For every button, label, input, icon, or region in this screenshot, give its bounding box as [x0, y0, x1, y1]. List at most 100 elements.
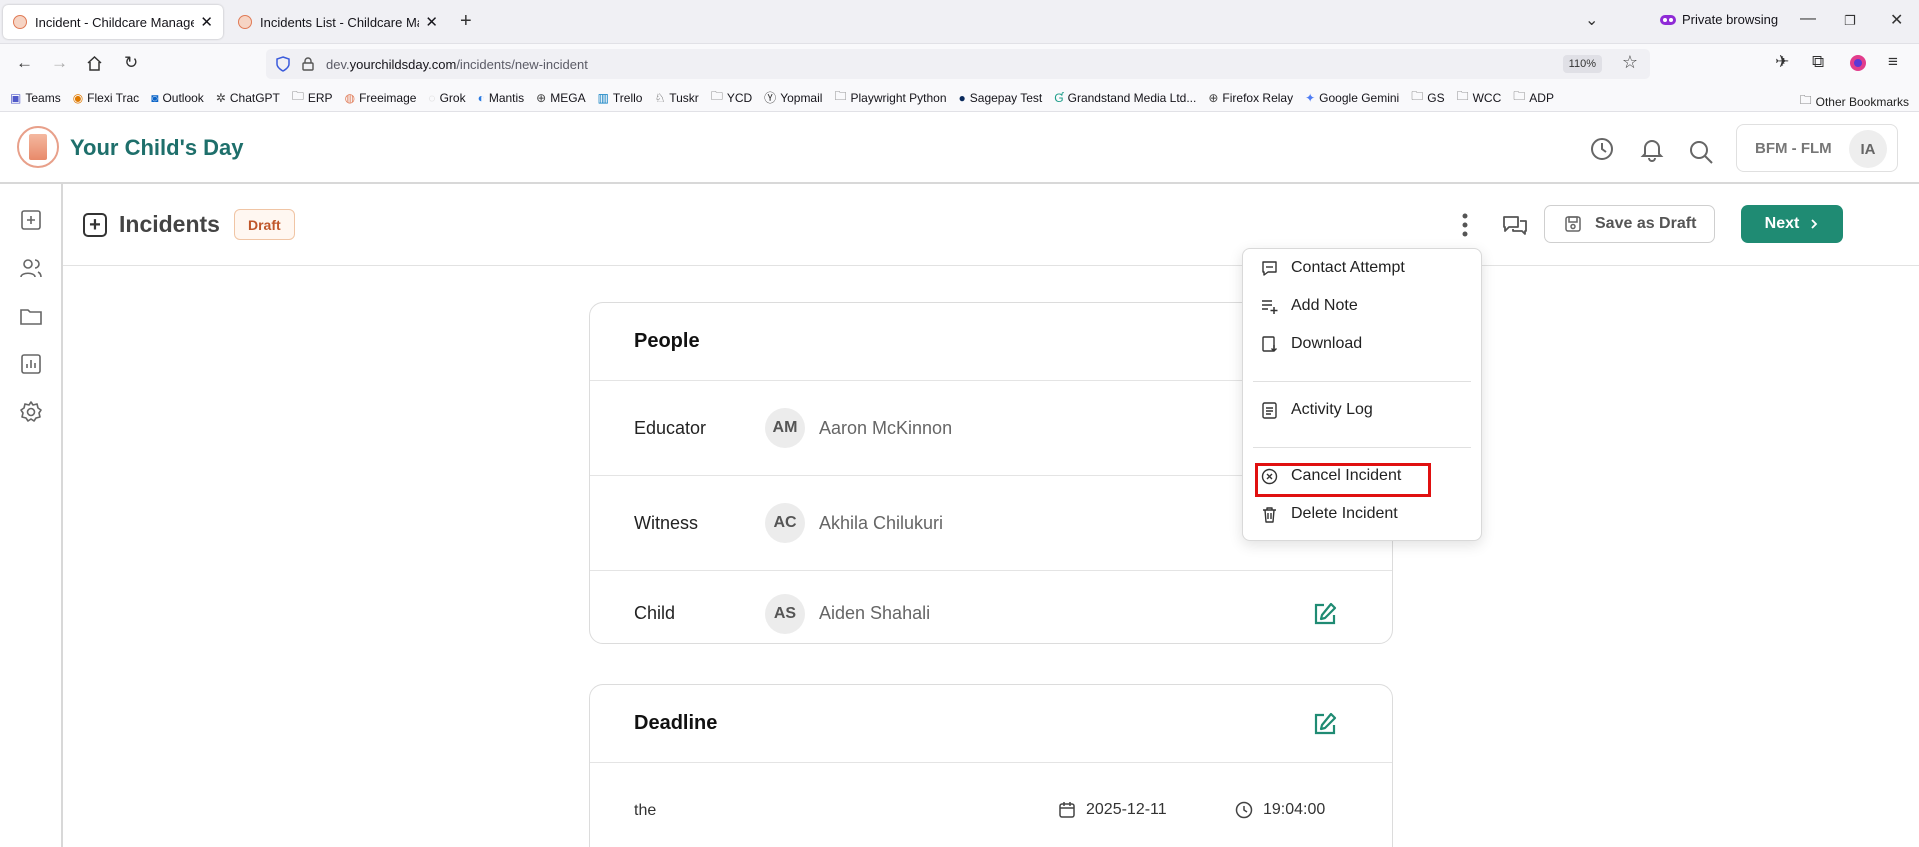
add-incident-icon[interactable]: +: [83, 213, 107, 237]
search-icon[interactable]: [1688, 139, 1714, 165]
bookmark-item[interactable]: ◍ Freeimage: [345, 91, 417, 105]
bookmark-item[interactable]: ✲ ChatGPT: [216, 91, 280, 105]
extensions-puzzle-icon[interactable]: ⧉: [1812, 52, 1824, 72]
bookmark-item[interactable]: 🗀 YCD: [711, 87, 752, 108]
bookmark-item[interactable]: ▥ Trello: [598, 91, 643, 105]
comments-icon[interactable]: [1501, 213, 1529, 237]
url-bar[interactable]: dev.yourchildsday.com/incidents/new-inci…: [266, 49, 1650, 79]
reports-chart-icon[interactable]: [19, 352, 43, 376]
settings-gear-icon[interactable]: [19, 400, 43, 424]
avatar[interactable]: IA: [1849, 130, 1887, 168]
bookmark-star-icon[interactable]: ☆: [1622, 52, 1638, 73]
users-icon[interactable]: [19, 256, 43, 280]
chevron-right-icon: [1811, 219, 1818, 229]
edit-icon[interactable]: [1312, 601, 1338, 627]
menu-item-contact-attempt[interactable]: Contact Attempt: [1243, 251, 1481, 285]
close-tab-icon[interactable]: ✕: [425, 13, 438, 31]
teams-icon: ▣: [10, 90, 22, 105]
url-text[interactable]: dev.yourchildsday.com/incidents/new-inci…: [326, 57, 588, 72]
log-icon: [1262, 402, 1277, 419]
zoom-level[interactable]: 110%: [1562, 55, 1602, 73]
tracking-shield-icon[interactable]: [276, 56, 290, 72]
menu-item-download[interactable]: Download: [1243, 327, 1481, 361]
app-header: Your Child's Day BFM - FLM IA: [0, 112, 1919, 184]
lock-icon[interactable]: [302, 57, 314, 71]
other-bookmarks[interactable]: 🗀 Other Bookmarks: [1800, 91, 1909, 112]
menu-item-activity-log[interactable]: Activity Log: [1243, 393, 1481, 427]
folder-icon[interactable]: [19, 304, 43, 328]
folder-icon: 🗀: [291, 89, 304, 103]
bookmark-item[interactable]: 🗀 Playwright Python: [834, 87, 946, 108]
brand-name[interactable]: Your Child's Day: [70, 135, 244, 161]
menu-item-add-note[interactable]: Add Note: [1243, 289, 1481, 323]
minimize-icon[interactable]: —: [1800, 10, 1816, 28]
yopmail-icon: Ⓨ: [764, 91, 777, 105]
menu-item-delete-incident[interactable]: Delete Incident: [1243, 497, 1481, 531]
bookmark-item[interactable]: 🗀 ERP: [292, 87, 333, 108]
edit-icon[interactable]: [1312, 711, 1338, 737]
deadline-date: 2025-12-11: [1058, 801, 1167, 819]
firefox-account-icon[interactable]: [1849, 54, 1867, 72]
deadline-time: 19:04:00: [1235, 801, 1325, 819]
trello-icon: ▥: [597, 90, 609, 105]
bookmark-item[interactable]: 🗀 ADP: [1513, 87, 1554, 108]
add-list-icon: [1262, 300, 1278, 314]
bookmark-item[interactable]: Ⓨ Yopmail: [764, 89, 822, 106]
org-user-switcher[interactable]: BFM - FLM IA: [1736, 124, 1898, 172]
save-icon: [1565, 216, 1581, 232]
chatgpt-icon: ✲: [215, 90, 226, 105]
folder-icon: 🗀: [834, 89, 847, 103]
clock-icon: [1235, 801, 1253, 819]
calendar-icon: [1059, 802, 1075, 818]
menu-hamburger-icon[interactable]: ≡: [1888, 52, 1898, 72]
bookmark-item[interactable]: ⊕ Firefox Relay: [1208, 91, 1293, 105]
bookmark-item[interactable]: ◙ Outlook: [151, 91, 204, 105]
trash-icon: [1263, 507, 1276, 523]
bookmark-item[interactable]: ◌ Grok: [428, 91, 465, 105]
folder-icon: 🗀: [1456, 89, 1469, 103]
next-button[interactable]: Next: [1741, 205, 1843, 243]
bookmark-item[interactable]: Ɠ Grandstand Media Ltd...: [1054, 91, 1196, 105]
avatar: AS: [765, 593, 805, 634]
bookmark-item[interactable]: 🗀 WCC: [1457, 87, 1502, 108]
bookmark-item[interactable]: ◐ Mantis: [478, 91, 525, 105]
people-row-child: Child AS Aiden Shahali: [590, 571, 1392, 643]
app-logo[interactable]: [17, 126, 59, 168]
freeimage-icon: ◍: [344, 90, 356, 105]
bookmark-item[interactable]: ✦ Google Gemini: [1305, 91, 1399, 105]
bookmark-item[interactable]: ● Sagepay Test: [959, 91, 1043, 105]
forward-arrow-icon[interactable]: →: [51, 53, 68, 73]
deadline-row: the 2025-12-11 19:04:00: [634, 801, 1326, 819]
window-close-icon[interactable]: ✕: [1890, 10, 1903, 30]
add-square-icon[interactable]: [19, 208, 43, 232]
back-arrow-icon[interactable]: ←: [16, 53, 33, 73]
favicon-icon: [13, 15, 27, 29]
flexitrac-icon: ◉: [72, 90, 84, 105]
browser-tab-incidents-list[interactable]: Incidents List - Childcare Management ✕: [228, 5, 448, 39]
extension-icon[interactable]: ✈: [1775, 52, 1789, 72]
outlook-icon: ◙: [151, 90, 159, 105]
home-icon[interactable]: [86, 55, 103, 72]
notifications-bell-icon[interactable]: [1639, 136, 1665, 162]
bookmark-item[interactable]: 🗀 GS: [1411, 87, 1444, 108]
reload-icon[interactable]: ↻: [124, 53, 138, 73]
bookmark-item[interactable]: ⊕ MEGA: [536, 91, 585, 105]
restore-icon[interactable]: ❐: [1844, 13, 1856, 29]
deadline-card: Deadline the 2025-12-11 19:04:00: [589, 684, 1393, 847]
bookmark-item[interactable]: ▣ Teams: [10, 91, 61, 105]
close-tab-icon[interactable]: ✕: [200, 13, 213, 31]
save-as-draft-button[interactable]: Save as Draft: [1544, 205, 1715, 243]
folder-icon: 🗀: [1513, 89, 1526, 103]
history-clock-icon[interactable]: [1589, 136, 1615, 162]
tuskr-icon: ♘: [654, 90, 666, 105]
gemini-icon: ✦: [1305, 90, 1316, 105]
bookmark-item[interactable]: ♘ Tuskr: [654, 91, 698, 105]
browser-tab-incident[interactable]: Incident - Childcare Management ✕: [3, 5, 223, 39]
tab-list-chevron-icon[interactable]: ⌄: [1585, 10, 1598, 30]
folder-icon: 🗀: [1411, 89, 1424, 103]
message-icon: [1262, 261, 1277, 276]
new-tab-button[interactable]: +: [460, 10, 472, 33]
more-options-icon[interactable]: [1460, 212, 1470, 238]
bookmark-item[interactable]: ◉ Flexi Trac: [73, 91, 140, 105]
favicon-icon: [238, 15, 252, 29]
